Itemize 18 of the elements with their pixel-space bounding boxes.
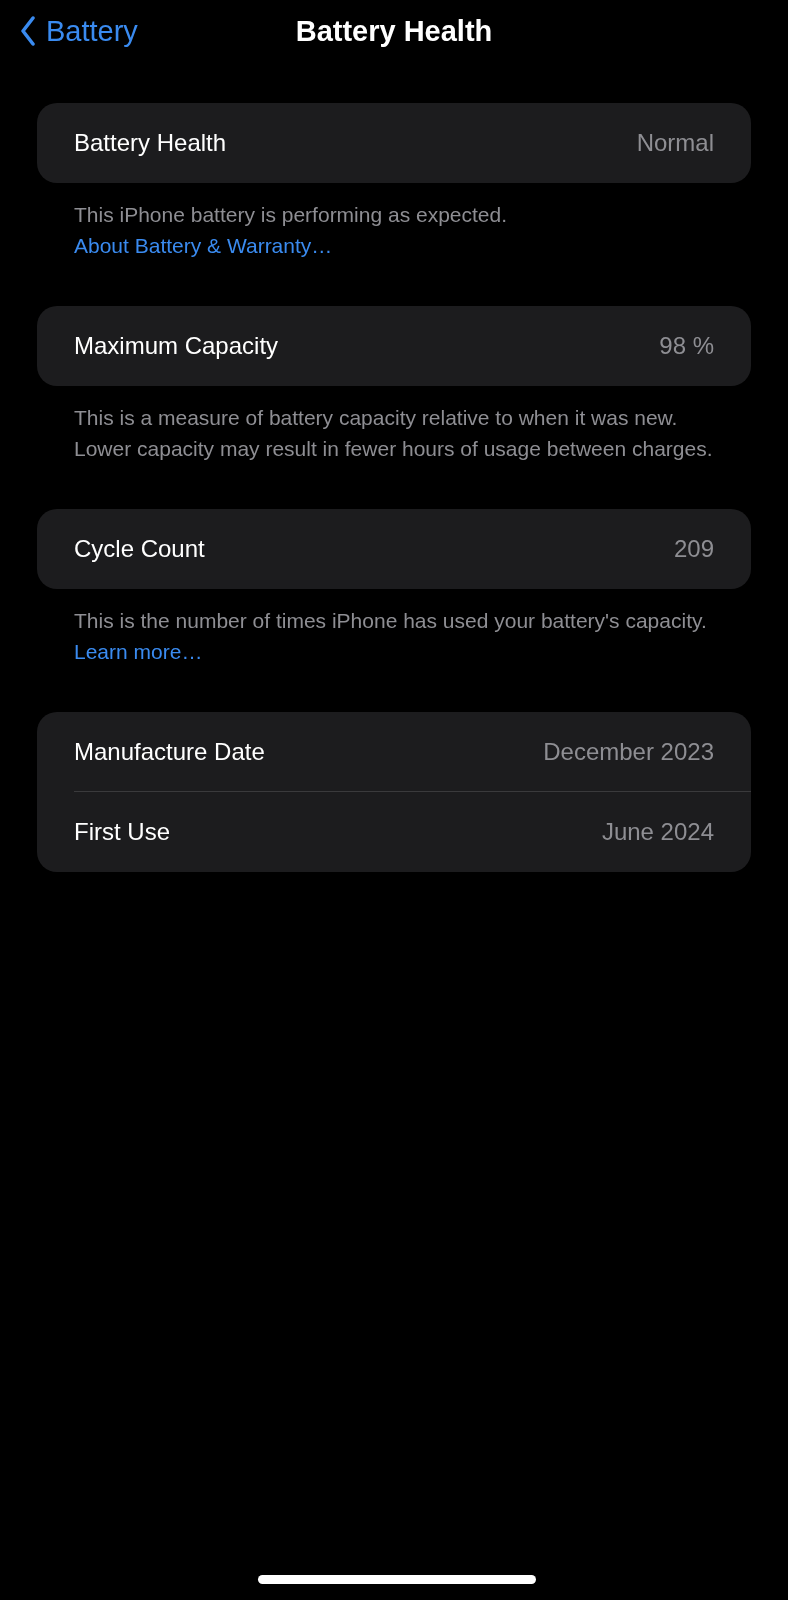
section-footer: This is a measure of battery capacity relative to when it was new. Lower capacity may result in fewer hours of usage between charges. xyxy=(37,386,751,464)
section-footer: This iPhone battery is performing as expected. About Battery & Warranty… xyxy=(37,183,751,261)
row-label: Manufacture Date xyxy=(74,738,265,766)
row-value: June 2024 xyxy=(601,818,714,846)
row-value: 98 % xyxy=(659,332,714,360)
section-footer: This is the number of times iPhone has used your battery's capacity. Learn more… xyxy=(37,589,751,667)
row-value: December 2023 xyxy=(543,738,714,766)
row-label: Cycle Count xyxy=(74,535,205,563)
page-title: Battery Health xyxy=(295,14,493,48)
row-label: Battery Health xyxy=(74,129,227,157)
row-value: 209 xyxy=(673,535,714,563)
footer-link[interactable]: Learn more… xyxy=(74,640,203,663)
row-value: Normal xyxy=(636,129,714,157)
back-button[interactable]: Battery xyxy=(20,14,138,48)
row-label: Maximum Capacity xyxy=(74,332,279,360)
chevron-left-icon xyxy=(20,16,36,46)
row-label: First Use xyxy=(74,818,170,846)
footer-link[interactable]: About Battery & Warranty… xyxy=(74,234,333,257)
